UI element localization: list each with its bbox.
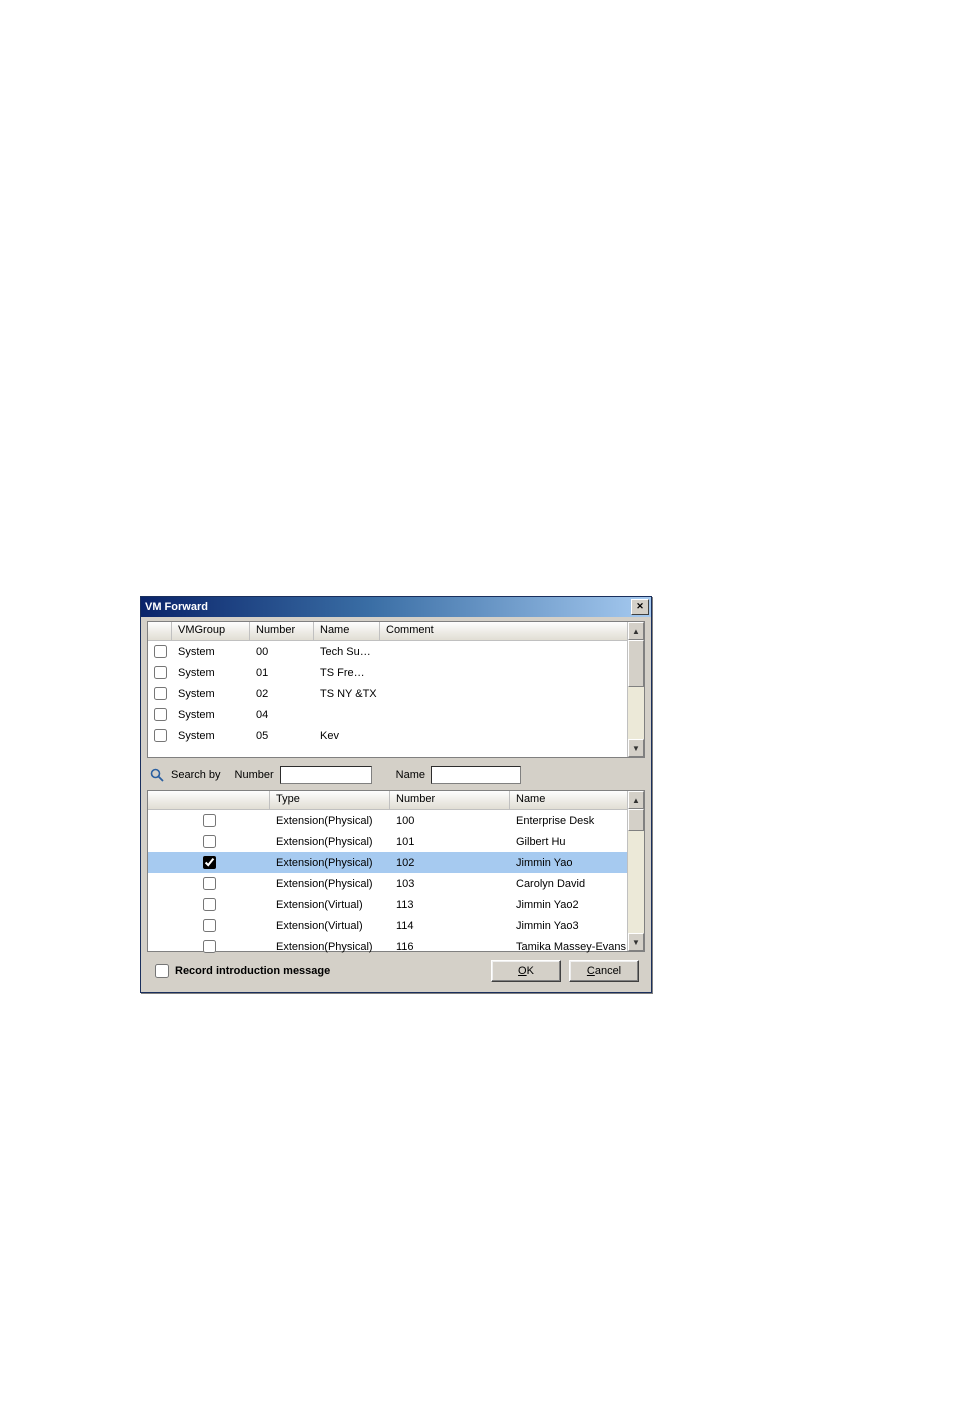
vmgroup-row[interactable]: System04 [148,704,628,725]
cell-name: Kev [314,730,380,742]
cell-number: 02 [250,688,314,700]
col-header-select[interactable] [148,791,270,809]
col-header-number[interactable]: Number [250,622,314,640]
record-intro-label: Record introduction message [175,965,330,977]
cell-number: 113 [390,899,510,911]
cell-number: 114 [390,920,510,932]
cell-type: Extension(Physical) [270,941,390,953]
col-header-comment[interactable]: Comment [380,622,628,640]
extension-row[interactable]: Extension(Virtual)114Jimmin Yao3 [148,915,628,936]
search-number-label: Number [235,769,274,781]
cell-number: 103 [390,878,510,890]
scroll-thumb[interactable] [628,640,644,687]
cell-type: Extension(Physical) [270,836,390,848]
vmgroup-row[interactable]: System05Kev [148,725,628,746]
col-header-vmgroup[interactable]: VMGroup [172,622,250,640]
cell-name: Tamika Massey-Evans [510,941,628,953]
ok-button[interactable]: OK [491,960,561,982]
extension-list: Type Number Name Extension(Physical)100E… [147,790,645,952]
vmgroup-row[interactable]: System02TS NY &TX [148,683,628,704]
row-checkbox[interactable] [154,729,167,742]
cell-name: Jimmin Yao [510,857,628,869]
cell-name: Tech Su… [314,646,380,658]
cell-vmgroup: System [172,688,250,700]
scroll-up-icon[interactable]: ▲ [628,622,644,640]
cell-type: Extension(Physical) [270,815,390,827]
vmgroup-list-header: VMGroup Number Name Comment [148,622,644,641]
cell-name: Enterprise Desk [510,815,628,827]
extension-row[interactable]: Extension(Virtual)113Jimmin Yao2 [148,894,628,915]
row-checkbox[interactable] [154,708,167,721]
record-intro-checkbox[interactable] [155,964,169,978]
cell-number: 116 [390,941,510,953]
cell-vmgroup: System [172,730,250,742]
window-title: VM Forward [145,601,208,613]
cell-name: Carolyn David [510,878,628,890]
search-label: Search by [171,769,221,781]
title-bar: VM Forward ✕ [141,597,651,617]
vm-forward-dialog: VM Forward ✕ VMGroup Number Name Comment… [140,596,652,993]
cell-type: Extension(Physical) [270,878,390,890]
cell-number: 101 [390,836,510,848]
extension-row[interactable]: Extension(Physical)100Enterprise Desk [148,810,628,831]
row-checkbox[interactable] [203,835,216,848]
row-checkbox[interactable] [203,814,216,827]
cell-name: Jimmin Yao3 [510,920,628,932]
cell-name: TS Fre… [314,667,380,679]
row-checkbox[interactable] [203,856,216,869]
extension-row[interactable]: Extension(Physical)101Gilbert Hu [148,831,628,852]
cell-number: 100 [390,815,510,827]
row-checkbox[interactable] [154,687,167,700]
cell-type: Extension(Virtual) [270,920,390,932]
cell-number: 01 [250,667,314,679]
extension-scrollbar[interactable]: ▲ ▼ [627,791,644,951]
cell-number: 04 [250,709,314,721]
row-checkbox[interactable] [203,877,216,890]
col-header-checkbox[interactable] [148,622,172,640]
cell-number: 05 [250,730,314,742]
row-checkbox[interactable] [154,645,167,658]
vmgroup-row[interactable]: System01TS Fre… [148,662,628,683]
scroll-down-icon[interactable]: ▼ [628,739,644,757]
close-button[interactable]: ✕ [631,599,649,615]
search-number-input[interactable] [280,766,372,784]
row-checkbox[interactable] [154,666,167,679]
vmgroup-scrollbar[interactable]: ▲ ▼ [627,622,644,757]
col-header-type[interactable]: Type [270,791,390,809]
extension-row[interactable]: Extension(Physical)103Carolyn David [148,873,628,894]
scroll-up-icon[interactable]: ▲ [628,791,644,809]
scroll-track[interactable] [628,809,644,933]
cell-vmgroup: System [172,646,250,658]
close-icon: ✕ [636,601,644,611]
cell-type: Extension(Physical) [270,857,390,869]
extension-list-header: Type Number Name [148,791,644,810]
cell-name: Jimmin Yao2 [510,899,628,911]
col-header-ext-number[interactable]: Number [390,791,510,809]
row-checkbox[interactable] [203,919,216,932]
cell-number: 00 [250,646,314,658]
search-icon [149,767,165,783]
cell-name: Gilbert Hu [510,836,628,848]
scroll-down-icon[interactable]: ▼ [628,933,644,951]
scroll-track[interactable] [628,640,644,739]
extension-row[interactable]: Extension(Physical)102Jimmin Yao [148,852,628,873]
scroll-thumb[interactable] [628,809,644,831]
search-bar: Search by Number Name [147,764,645,786]
col-header-name[interactable]: Name [314,622,380,640]
cell-vmgroup: System [172,667,250,679]
cancel-button[interactable]: Cancel [569,960,639,982]
row-checkbox[interactable] [203,898,216,911]
extension-row[interactable]: Extension(Physical)116Tamika Massey-Evan… [148,936,628,957]
cell-type: Extension(Virtual) [270,899,390,911]
vmgroup-list: VMGroup Number Name Comment System00Tech… [147,621,645,758]
cell-vmgroup: System [172,709,250,721]
col-header-ext-name[interactable]: Name [510,791,628,809]
cell-name: TS NY &TX [314,688,380,700]
row-checkbox[interactable] [203,940,216,953]
search-name-input[interactable] [431,766,521,784]
search-name-label: Name [396,769,425,781]
cell-number: 102 [390,857,510,869]
vmgroup-row[interactable]: System00Tech Su… [148,641,628,662]
